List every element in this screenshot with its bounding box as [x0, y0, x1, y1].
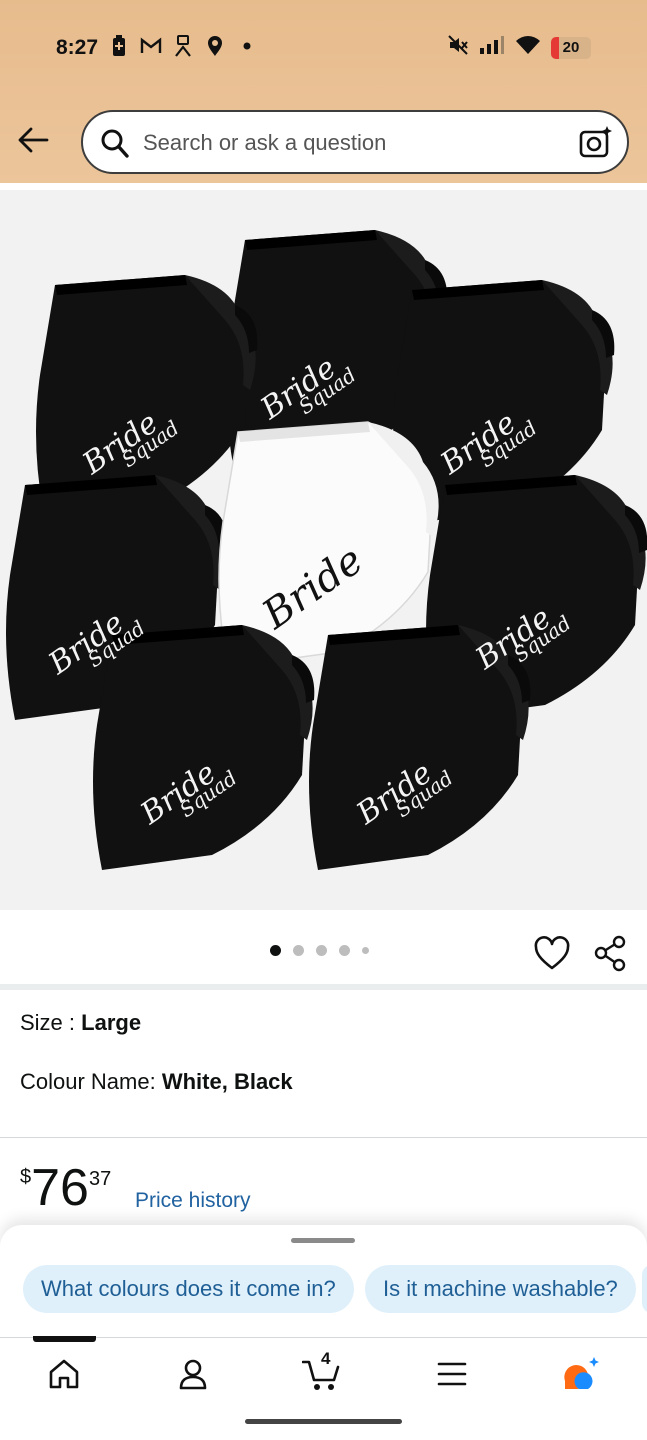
nav-rufus[interactable] — [561, 1354, 601, 1394]
status-right-icons: 20 — [447, 34, 591, 61]
nav-home[interactable] — [44, 1354, 84, 1394]
signal-icon — [479, 35, 505, 60]
camera-search-icon[interactable] — [579, 125, 613, 164]
sheet-drag-handle[interactable] — [291, 1238, 355, 1243]
divider — [0, 1137, 647, 1138]
size-label: Size : — [20, 1010, 82, 1035]
cart-count: 4 — [321, 1349, 331, 1368]
search-input[interactable]: Search or ask a question — [143, 130, 386, 156]
search-icon — [101, 128, 129, 163]
wishlist-button[interactable] — [532, 934, 572, 974]
price-whole: 76 — [31, 1159, 89, 1217]
price-fraction: 37 — [88, 1168, 112, 1190]
accessibility-icon — [172, 34, 194, 58]
account-icon — [179, 1359, 207, 1390]
dot-icon — [236, 34, 258, 58]
status-bar: 8:27 20 — [0, 0, 647, 96]
product-image[interactable]: Bride Squad Bride Squad Bride Squad Brid… — [0, 190, 647, 910]
size-option[interactable]: Size : Large — [20, 1010, 141, 1036]
gmail-icon — [140, 34, 162, 58]
mute-icon — [447, 34, 469, 61]
status-left-icons — [108, 34, 258, 58]
price-currency: $ — [20, 1166, 32, 1188]
pager-dot[interactable] — [362, 947, 369, 954]
price-history-link[interactable]: Price history — [135, 1189, 251, 1213]
colour-label: Colour Name: — [20, 1069, 162, 1094]
heart-icon — [534, 936, 570, 970]
suggestion-chip[interactable]: Is it machine washable? — [365, 1265, 636, 1313]
pager-dot[interactable] — [270, 945, 281, 956]
pager-dot[interactable] — [293, 945, 304, 956]
rufus-icon — [564, 1357, 599, 1389]
back-button[interactable] — [14, 121, 52, 159]
suggestion-chip[interactable]: What colours does it come in? — [23, 1265, 354, 1313]
divider — [0, 984, 647, 990]
pager-dot[interactable] — [316, 945, 327, 956]
share-icon — [594, 935, 626, 972]
share-button[interactable] — [590, 934, 630, 974]
location-icon — [204, 34, 226, 58]
price: $ 76 37 — [20, 1160, 111, 1216]
size-value: Large — [81, 1010, 142, 1035]
image-pager[interactable] — [270, 945, 369, 956]
home-icon — [49, 1359, 79, 1389]
nav-account[interactable] — [173, 1354, 213, 1394]
battery-icon: 20 — [551, 36, 591, 59]
colour-value: White, Black — [161, 1069, 293, 1094]
arrow-left-icon — [18, 127, 49, 153]
nav-menu[interactable] — [432, 1354, 472, 1394]
status-time: 8:27 — [56, 36, 99, 59]
sarong-set-image: Bride Squad Bride Squad Bride Squad Brid… — [6, 230, 647, 870]
pager-dot[interactable] — [339, 945, 350, 956]
suggestion-chip-partial[interactable] — [642, 1265, 647, 1313]
battery-saver-icon — [108, 34, 130, 58]
search-bar[interactable]: Search or ask a question — [81, 110, 629, 174]
suggestions-sheet[interactable]: What colours does it come in? Is it mach… — [0, 1225, 647, 1337]
wifi-icon — [515, 35, 541, 60]
menu-icon — [437, 1362, 467, 1386]
colour-option[interactable]: Colour Name: White, Black — [20, 1069, 293, 1095]
nav-active-indicator — [33, 1336, 96, 1342]
gesture-bar[interactable] — [245, 1419, 402, 1424]
bottom-nav: 4 — [0, 1336, 647, 1440]
header-background: 8:27 20 Search or ask a question — [0, 0, 647, 183]
